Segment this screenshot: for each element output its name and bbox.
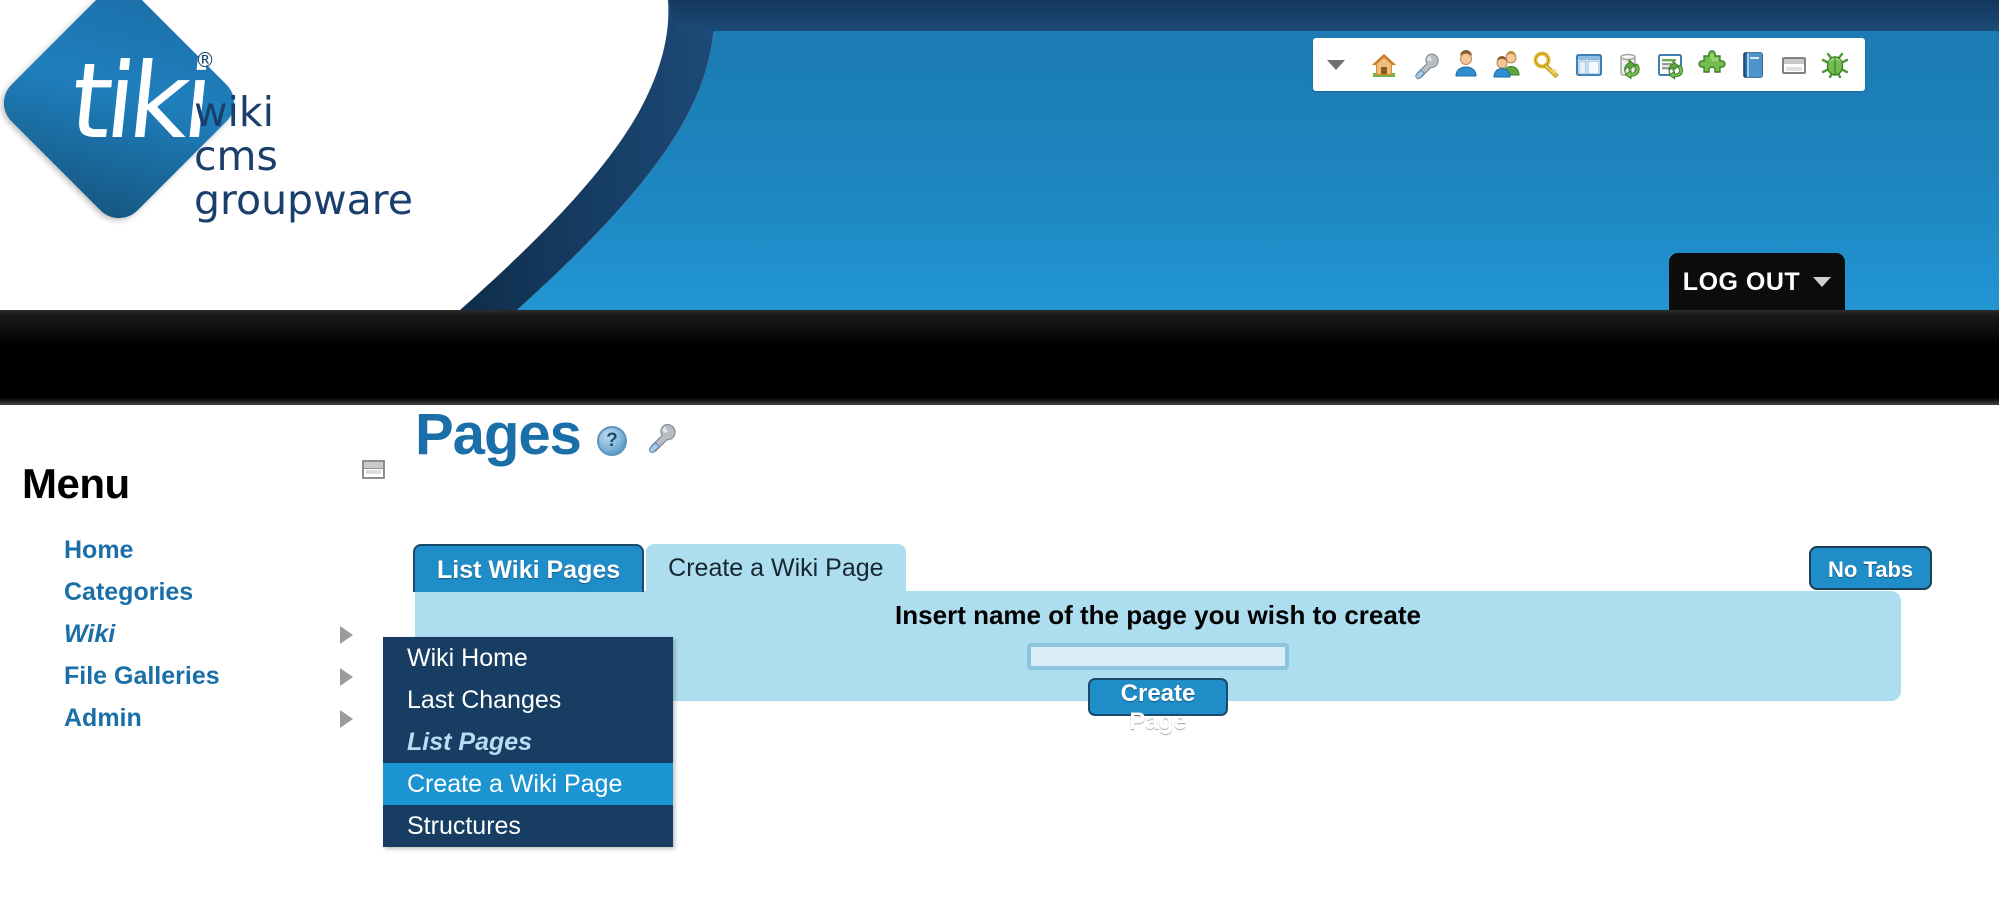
logout-button[interactable]: LOG OUT (1669, 253, 1845, 310)
logo-tagline-line-3: groupware (194, 176, 413, 224)
wrench-icon[interactable] (643, 420, 677, 459)
submenu-item-structures[interactable]: Structures (383, 805, 673, 847)
sidebar-item-label: Admin (64, 704, 142, 732)
sidebar-item-home[interactable]: Home (0, 529, 385, 571)
module-window-icon[interactable] (1778, 49, 1810, 81)
sidebar-item-file-galleries[interactable]: File Galleries (0, 655, 385, 697)
top-navigation-bar[interactable] (0, 310, 1999, 405)
create-page-button[interactable]: Create Page (1088, 678, 1228, 735)
bug-icon[interactable] (1819, 49, 1851, 81)
sidebar-module-window-icon[interactable] (362, 460, 385, 479)
sidebar-item-label: File Galleries (64, 662, 220, 690)
page-title-row: Pages ? (415, 405, 677, 465)
tab-bar: List Wiki Pages Create a Wiki Page (413, 544, 906, 592)
page-name-input[interactable] (1027, 643, 1289, 670)
help-question-icon[interactable]: ? (596, 426, 627, 456)
logo-tagline: wiki cms groupware (194, 90, 413, 222)
sidebar-item-admin[interactable]: Admin (0, 697, 385, 739)
layout-icon[interactable] (1573, 49, 1605, 81)
submenu-item-create-a-wiki-page[interactable]: Create a Wiki Page (383, 763, 673, 805)
sidebar-title: Menu (22, 460, 130, 507)
plugin-icon[interactable] (1696, 49, 1728, 81)
logo-registered-mark: ® (195, 48, 215, 72)
admin-shortcut-toolbar[interactable] (1313, 38, 1865, 91)
list-refresh-icon[interactable] (1655, 49, 1687, 81)
chevron-down-icon (1813, 277, 1832, 287)
submenu-item-wiki-home[interactable]: Wiki Home (383, 637, 673, 679)
book-icon[interactable] (1737, 49, 1769, 81)
tab-list-wiki-pages[interactable]: List Wiki Pages (413, 544, 645, 592)
sidebar-item-wiki[interactable]: Wiki (0, 613, 385, 655)
chevron-right-icon (340, 626, 353, 644)
submenu-item-last-changes[interactable]: Last Changes (383, 679, 673, 721)
key-icon[interactable] (1532, 49, 1564, 81)
sidebar-item-label: Categories (64, 578, 194, 606)
site-logo[interactable]: tiki ® wiki cms groupware (0, 0, 542, 238)
home-icon[interactable] (1368, 49, 1400, 81)
wrench-icon[interactable] (1409, 49, 1441, 81)
sidebar-item-label: Wiki (64, 620, 116, 648)
page-body: Menu Home Categories Wiki File Galleries… (0, 405, 1999, 915)
chevron-right-icon (340, 668, 353, 686)
sidebar-menu-list: Home Categories Wiki File Galleries Admi… (0, 529, 385, 739)
page-title: Pages (415, 402, 582, 467)
tab-create-a-wiki-page[interactable]: Create a Wiki Page (646, 544, 906, 592)
submenu-item-list-pages[interactable]: List Pages (383, 721, 673, 763)
sidebar-item-label: Home (64, 536, 134, 564)
sidebar-item-categories[interactable]: Categories (0, 571, 385, 613)
wiki-submenu-flyout: Wiki Home Last Changes List Pages Create… (383, 637, 673, 847)
logout-label: LOG OUT (1682, 267, 1801, 296)
site-header: tiki ® wiki cms groupware LOG OUT (0, 0, 1999, 310)
no-tabs-button[interactable]: No Tabs (1809, 546, 1933, 590)
chevron-down-icon[interactable] (1323, 52, 1349, 78)
chevron-right-icon (340, 710, 353, 728)
cache-refresh-icon[interactable] (1614, 49, 1646, 81)
create-page-instruction: Insert name of the page you wish to crea… (895, 600, 1421, 630)
logo-tagline-line-1: wiki (194, 88, 275, 136)
user-icon[interactable] (1450, 49, 1482, 81)
group-icon[interactable] (1491, 49, 1523, 81)
logo-tagline-line-2: cms (194, 132, 278, 180)
